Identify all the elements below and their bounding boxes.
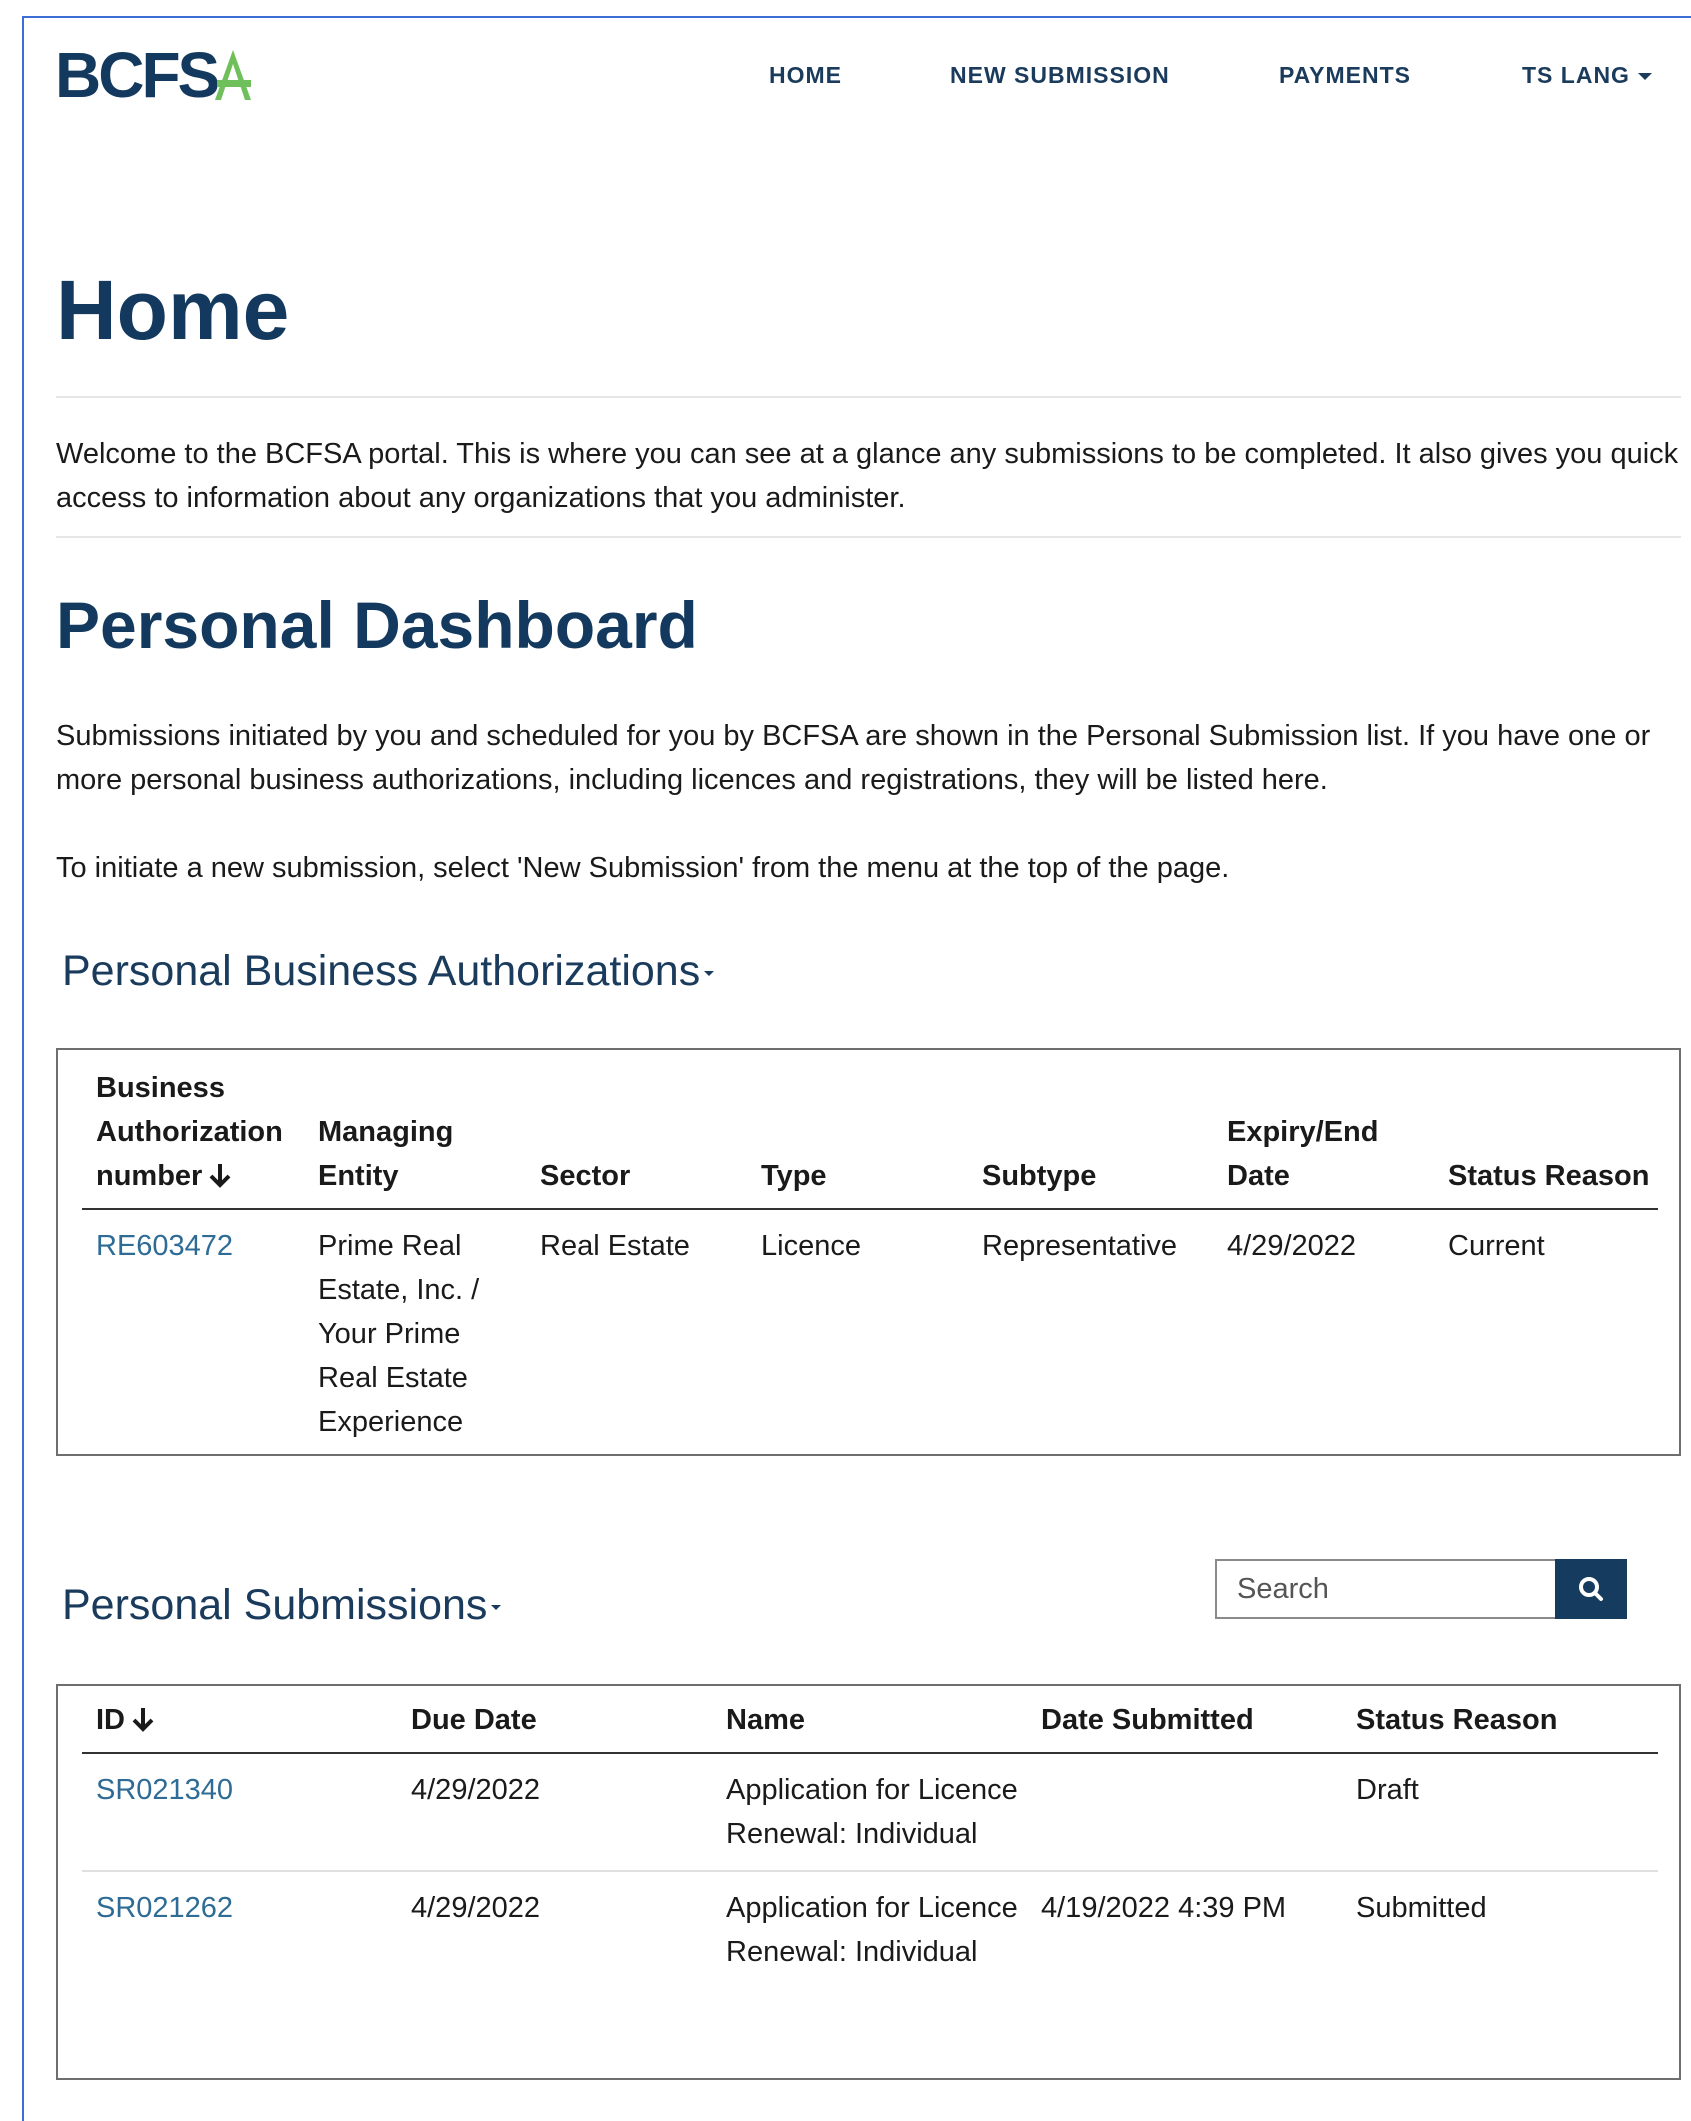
col-header-status[interactable]: Status Reason	[1342, 1698, 1658, 1753]
dashboard-instruction: To initiate a new submission, select 'Ne…	[56, 852, 1230, 884]
welcome-text: Welcome to the BCFSA portal. This is whe…	[56, 438, 1679, 514]
col-header-due-date[interactable]: Due Date	[397, 1698, 712, 1753]
submissions-search	[1215, 1559, 1627, 1619]
submission-link[interactable]: SR021262	[96, 1892, 233, 1924]
col-header-name[interactable]: Name	[712, 1698, 1027, 1753]
divider	[56, 536, 1681, 538]
cell-date-submitted	[1027, 1753, 1342, 1871]
col-header-expiry[interactable]: Expiry/End Date	[1213, 1066, 1434, 1209]
search-button[interactable]	[1555, 1559, 1627, 1619]
cell-due-date: 4/29/2022	[411, 1774, 541, 1806]
chevron-down-icon	[704, 971, 715, 977]
submissions-table-box: ID Due Date Name Date Submitted Status R…	[56, 1684, 1681, 2080]
user-name: TS LANG	[1522, 62, 1630, 88]
nav-payments[interactable]: PAYMENTS	[1279, 62, 1411, 89]
col-header-type[interactable]: Type	[747, 1066, 968, 1209]
col-header-number[interactable]: Business Authorization number	[82, 1066, 304, 1209]
submissions-title: Personal Submissions	[62, 1581, 488, 1629]
authorizations-table-box: Business Authorization number Managing E…	[56, 1048, 1681, 1456]
table-row: RE603472 Prime Real Estate, Inc. / Your …	[82, 1209, 1658, 1458]
submissions-table: ID Due Date Name Date Submitted Status R…	[82, 1698, 1658, 1988]
cell-sector: Real Estate	[540, 1230, 690, 1262]
table-header-row: ID Due Date Name Date Submitted Status R…	[82, 1698, 1658, 1753]
nav-new-submission[interactable]: NEW SUBMISSION	[950, 62, 1170, 89]
arrow-down-icon	[132, 1708, 154, 1732]
cell-status: Submitted	[1356, 1892, 1487, 1924]
nav-home[interactable]: HOME	[769, 62, 842, 89]
cell-name: Application for Licence Renewal: Individ…	[726, 1774, 1018, 1850]
cell-date-submitted: 4/19/2022 4:39 PM	[1041, 1892, 1287, 1924]
col-header-status[interactable]: Status Reason	[1434, 1066, 1658, 1209]
cell-type: Licence	[761, 1230, 861, 1262]
col-header-date-submitted[interactable]: Date Submitted	[1027, 1698, 1342, 1753]
authorizations-heading[interactable]: Personal Business Authorizations	[62, 947, 715, 995]
submission-link[interactable]: SR021340	[96, 1774, 233, 1806]
table-header-row: Business Authorization number Managing E…	[82, 1066, 1658, 1209]
cell-status: Current	[1448, 1230, 1545, 1262]
chevron-down-icon	[491, 1605, 502, 1611]
authorizations-title: Personal Business Authorizations	[62, 947, 701, 995]
submissions-heading[interactable]: Personal Submissions	[62, 1581, 502, 1629]
page-title: Home	[56, 263, 290, 357]
chevron-down-icon	[1637, 73, 1652, 81]
dashboard-intro: Submissions initiated by you and schedul…	[56, 720, 1651, 796]
authorizations-table: Business Authorization number Managing E…	[82, 1066, 1658, 1458]
cell-expiry: 4/29/2022	[1227, 1230, 1357, 1262]
cell-status: Draft	[1356, 1774, 1419, 1806]
cell-name: Application for Licence Renewal: Individ…	[726, 1892, 1018, 1968]
cell-subtype: Representative	[982, 1230, 1178, 1262]
col-header-id[interactable]: ID	[82, 1698, 397, 1753]
user-menu[interactable]: TS LANG	[1522, 62, 1652, 89]
authorization-link[interactable]: RE603472	[96, 1230, 233, 1262]
dashboard-title: Personal Dashboard	[56, 588, 698, 662]
search-input[interactable]	[1215, 1559, 1555, 1619]
site-header: BCFS HOME NEW SUBMISSION PAYMENTS TS LAN…	[0, 0, 1691, 150]
col-header-sector[interactable]: Sector	[526, 1066, 747, 1209]
divider	[56, 396, 1681, 398]
cell-due-date: 4/29/2022	[411, 1892, 541, 1924]
table-row: SR021340 4/29/2022 Application for Licen…	[82, 1753, 1658, 1871]
col-header-entity[interactable]: Managing Entity	[304, 1066, 526, 1209]
main-nav: HOME NEW SUBMISSION PAYMENTS TS LANG	[0, 62, 1691, 92]
cell-entity: Prime Real Estate, Inc. / Your Prime Rea…	[318, 1230, 480, 1438]
arrow-down-icon	[209, 1164, 231, 1188]
col-header-subtype[interactable]: Subtype	[968, 1066, 1213, 1209]
table-row: SR021262 4/29/2022 Application for Licen…	[82, 1871, 1658, 1988]
search-icon	[1579, 1577, 1603, 1601]
